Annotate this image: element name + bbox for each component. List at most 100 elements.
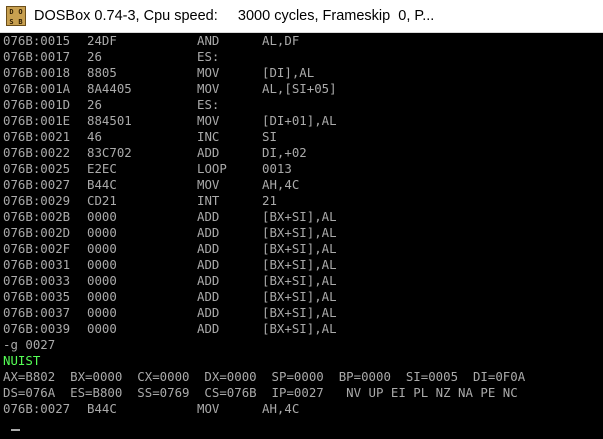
instr-mnemonic: MOV — [197, 113, 220, 128]
disasm-row: 076B:001A 8A4405 MOV AL,[SI+05] — [3, 81, 603, 97]
disasm-row: 076B:0021 46 INC SI — [3, 129, 603, 145]
instr-bytes: 46 — [87, 129, 102, 144]
instr-mnemonic: MOV — [197, 177, 220, 192]
instr-address: 076B:0029 — [3, 193, 71, 208]
instr-operands: [BX+SI],AL — [262, 273, 337, 288]
dosbox-icon: DO SB — [6, 6, 26, 26]
instr-operands: [BX+SI],AL — [262, 321, 337, 336]
instr-bytes: 0000 — [87, 289, 117, 304]
disasm-row: 076B:002F 0000 ADD [BX+SI],AL — [3, 241, 603, 257]
instr-mnemonic: ADD — [197, 241, 220, 256]
registers-line-1: AX=B802 BX=0000 CX=0000 DX=0000 SP=0000 … — [3, 369, 526, 384]
debug-command-line: -g 0027 — [3, 337, 56, 352]
instr-bytes: 8805 — [87, 65, 117, 80]
disasm-row: 076B:0027 B44C MOV AH,4C — [3, 177, 603, 193]
disasm-row: 076B:0018 8805 MOV [DI],AL — [3, 65, 603, 81]
instr-operands: AL,[SI+05] — [262, 81, 337, 96]
instr-operands: 0013 — [262, 161, 292, 176]
instr-bytes: 26 — [87, 49, 102, 64]
instr-bytes: 0000 — [87, 241, 117, 256]
instr-bytes: 8A4405 — [87, 81, 132, 96]
disasm-row: 076B:0025 E2EC LOOP 0013 — [3, 161, 603, 177]
instr-bytes: 0000 — [87, 273, 117, 288]
disasm-row: 076B:0017 26 ES: — [3, 49, 603, 65]
instr-address: 076B:0037 — [3, 305, 71, 320]
instr-mnemonic: INC — [197, 129, 220, 144]
registers-line-2: DS=076A ES=B800 SS=0769 CS=076B IP=0027 … — [3, 385, 518, 400]
instr-operands: DI,+02 — [262, 145, 307, 160]
instr-address: 076B:0018 — [3, 65, 71, 80]
disasm-row: 076B:002B 0000 ADD [BX+SI],AL — [3, 209, 603, 225]
dos-terminal[interactable]: 076B:0015 24DF AND AL,DF 076B:0017 26 ES: 076B:… — [3, 33, 603, 439]
instr-address: 076B:0035 — [3, 289, 71, 304]
instr-mnemonic: ADD — [197, 305, 220, 320]
instr-address: 076B:0031 — [3, 257, 71, 272]
instr-bytes: CD21 — [87, 193, 117, 208]
disasm-row: 076B:0015 24DF AND AL,DF — [3, 33, 603, 49]
instr-address: 076B:002F — [3, 241, 71, 256]
instr-address: 076B:0027 — [3, 177, 71, 192]
disasm-row: 076B:0035 0000 ADD [BX+SI],AL — [3, 289, 603, 305]
instr-bytes: 0000 — [87, 225, 117, 240]
instr-operands: [DI],AL — [262, 65, 315, 80]
instr-mnemonic: MOV — [197, 65, 220, 80]
text-cursor — [11, 429, 20, 431]
disasm-row: 076B:002D 0000 ADD [BX+SI],AL — [3, 225, 603, 241]
instr-address: 076B:001D — [3, 97, 71, 112]
instr-mnemonic: ADD — [197, 289, 220, 304]
window-title: DOSBox 0.74-3, Cpu speed: 3000 cycles, F… — [34, 8, 435, 24]
instr-bytes: B44C — [87, 401, 117, 416]
instr-operands: SI — [262, 129, 277, 144]
disasm-row: 076B:0031 0000 ADD [BX+SI],AL — [3, 257, 603, 273]
instr-address: 076B:0039 — [3, 321, 71, 336]
instr-mnemonic: ADD — [197, 273, 220, 288]
instr-bytes: 26 — [87, 97, 102, 112]
instr-mnemonic: INT — [197, 193, 220, 208]
instr-mnemonic: ES: — [197, 49, 220, 64]
instr-address: 076B:0025 — [3, 161, 71, 176]
instr-operands: [BX+SI],AL — [262, 209, 337, 224]
instr-operands: [BX+SI],AL — [262, 289, 337, 304]
instr-bytes: 0000 — [87, 257, 117, 272]
disasm-row: 076B:0039 0000 ADD [BX+SI],AL — [3, 321, 603, 337]
disasm-row: 076B:001D 26 ES: — [3, 97, 603, 113]
instr-mnemonic: MOV — [197, 81, 220, 96]
instr-operands: AH,4C — [262, 177, 300, 192]
instr-bytes: 0000 — [87, 321, 117, 336]
instr-operands: [DI+01],AL — [262, 113, 337, 128]
instr-bytes: 83C702 — [87, 145, 132, 160]
instr-operands: [BX+SI],AL — [262, 305, 337, 320]
program-output: NUIST — [3, 353, 41, 368]
instr-bytes: 24DF — [87, 33, 117, 48]
instr-bytes: 0000 — [87, 209, 117, 224]
instr-mnemonic: ADD — [197, 145, 220, 160]
instr-operands: [BX+SI],AL — [262, 241, 337, 256]
instr-mnemonic: ADD — [197, 321, 220, 336]
instr-bytes: 0000 — [87, 305, 117, 320]
instr-mnemonic: ES: — [197, 97, 220, 112]
dosbox-window: DO SB DOSBox 0.74-3, Cpu speed: 3000 cyc… — [0, 0, 603, 439]
instr-address: 076B:0015 — [3, 33, 71, 48]
instr-operands: [BX+SI],AL — [262, 257, 337, 272]
instr-address: 076B:002B — [3, 209, 71, 224]
current-instruction: 076B:0027 B44C MOV AH,4C — [3, 401, 603, 417]
instr-operands: 21 — [262, 193, 277, 208]
instr-address: 076B:001E — [3, 113, 71, 128]
instr-address: 076B:0027 — [3, 401, 71, 416]
instr-operands: [BX+SI],AL — [262, 225, 337, 240]
instr-address: 076B:002D — [3, 225, 71, 240]
instr-mnemonic: MOV — [197, 401, 220, 416]
disasm-row: 076B:0029 CD21 INT 21 — [3, 193, 603, 209]
disasm-row: 076B:001E 884501 MOV [DI+01],AL — [3, 113, 603, 129]
instr-address: 076B:0017 — [3, 49, 71, 64]
instr-bytes: 884501 — [87, 113, 132, 128]
title-bar[interactable]: DO SB DOSBox 0.74-3, Cpu speed: 3000 cyc… — [0, 0, 603, 33]
instr-mnemonic: ADD — [197, 209, 220, 224]
disasm-row: 076B:0033 0000 ADD [BX+SI],AL — [3, 273, 603, 289]
disassembly-listing: 076B:0015 24DF AND AL,DF 076B:0017 26 ES: 076B:… — [3, 33, 603, 337]
instr-operands: AL,DF — [262, 33, 300, 48]
instr-mnemonic: ADD — [197, 225, 220, 240]
prompt: - — [48, 433, 55, 439]
disasm-row: 076B:0037 0000 ADD [BX+SI],AL — [3, 305, 603, 321]
prompt-line[interactable]: - — [3, 417, 603, 439]
